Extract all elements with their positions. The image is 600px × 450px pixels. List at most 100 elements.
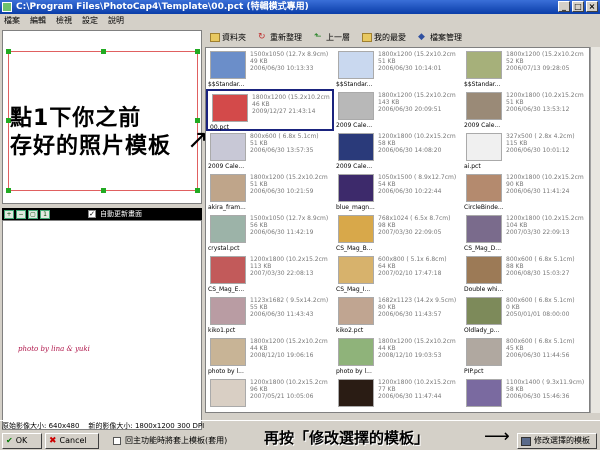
file-thumbnail-item[interactable]: 327x500 ( 2.8x 4.2cm) 115 KB 2006/06/30 10… bbox=[462, 130, 589, 172]
thumbnail-image bbox=[466, 215, 502, 243]
resize-handle[interactable] bbox=[195, 49, 200, 54]
file-res: 1800x1200 (15.2x10.2cm bbox=[252, 94, 330, 101]
file-thumbnail-item[interactable]: 1200x1800 (10.2x15.2cm 113 KB 2007/03/30 2… bbox=[206, 253, 334, 295]
menu-help[interactable]: 說明 bbox=[108, 14, 124, 28]
file-thumbnail-item[interactable]: 768x1024 ( 6.5x 8.7cm) 98 KB 2007/03/30 22… bbox=[334, 212, 462, 254]
folder-button[interactable]: 資料夾 bbox=[205, 31, 251, 44]
file-res: 1682x1123 (14.2x 9.5cm) bbox=[378, 297, 457, 304]
file-size: 90 KB bbox=[506, 181, 524, 188]
annotation-line-2: 存好的照片模板 bbox=[10, 134, 172, 159]
file-thumbnail-item[interactable]: 800x600 ( 6.8x 5.1cm) 51 KB 2006/06/30 13:… bbox=[206, 130, 334, 172]
favorites-button[interactable]: 我的最愛 bbox=[357, 31, 411, 44]
file-thumbnail-item[interactable]: 1123x1682 ( 9.5x14.2cm) 55 KB 2006/06/30 1… bbox=[206, 294, 334, 336]
file-info: 800x600 ( 6.8x 5.1cm) 51 KB 2006/06/30 13:… bbox=[250, 133, 319, 154]
file-thumbnail-item[interactable]: 1800x1200 (15.2x10.2cm 44 KB 2008/12/10 19… bbox=[206, 335, 334, 377]
file-size: 143 KB bbox=[378, 99, 400, 106]
cancel-button[interactable]: ✖ Cancel bbox=[45, 433, 99, 449]
vertical-scrollbar[interactable] bbox=[590, 47, 600, 413]
ok-button[interactable]: ✔ OK bbox=[2, 433, 42, 449]
zoom-out-icon[interactable]: − bbox=[16, 209, 26, 219]
file-thumbnail-item[interactable]: 1200x1800 (10.2x15.2cm 51 KB 2006/06/30 13… bbox=[462, 89, 589, 131]
file-name: CS_Mag_D... bbox=[464, 245, 502, 252]
file-name: $$Standar... bbox=[336, 81, 373, 88]
file-thumbnail-item[interactable]: 1800x1200 (15.2x10.2cm 52 KB 2006/07/13 09… bbox=[462, 48, 589, 90]
thumbnail-image bbox=[210, 379, 246, 407]
file-name: photo by l... bbox=[336, 368, 372, 375]
file-name: CS_Mag_I... bbox=[336, 286, 371, 293]
left-pane: + − ▢ 1 ✓ 自動更新畫面 photo by lina & yuki bbox=[0, 28, 204, 430]
apply-template-checkbox[interactable] bbox=[113, 437, 121, 445]
file-thumbnail-item[interactable]: 800x600 ( 6.8x 5.1cm) 45 KB 2006/06/30 11:… bbox=[462, 335, 589, 377]
window-controls: _ □ × bbox=[558, 1, 598, 12]
file-size: 51 KB bbox=[250, 140, 268, 147]
file-info: 1200x1800 (10.2x15.2cm 77 KB 2006/06/30 11… bbox=[378, 379, 456, 400]
photo-preview: photo by lina & yuki bbox=[2, 220, 202, 430]
file-res: 800x600 ( 6.8x 5.1cm) bbox=[250, 133, 319, 140]
file-thumbnail-item[interactable]: 1800x1200 (15.2x10.2cm 44 KB 2008/12/10 19… bbox=[334, 335, 462, 377]
file-thumbnail-item[interactable]: 1800x1200 (15.2x10.2cm 143 KB 2006/06/30 2… bbox=[334, 89, 462, 131]
file-thumbnail-item[interactable]: 1050x1500 ( 8.9x12.7cm) 54 KB 2006/06/30 1… bbox=[334, 171, 462, 213]
file-info: 1123x1682 ( 9.5x14.2cm) 55 KB 2006/06/30 1… bbox=[250, 297, 328, 318]
resize-handle[interactable] bbox=[195, 118, 200, 123]
up-button[interactable]: ⬑ 上一層 bbox=[309, 31, 355, 44]
auto-update-label: 自動更新畫面 bbox=[100, 210, 142, 218]
refresh-label: 重新整理 bbox=[270, 32, 302, 42]
auto-update-checkbox[interactable]: ✓ bbox=[88, 210, 96, 218]
refresh-button[interactable]: ↻ 重新整理 bbox=[253, 31, 307, 44]
modify-template-button[interactable]: 修改選擇的模板 bbox=[517, 433, 597, 449]
resize-handle[interactable] bbox=[195, 188, 200, 193]
file-thumbnail-item[interactable]: 1500x1050 (12.7x 8.9cm) 56 KB 2006/06/30 1… bbox=[206, 212, 334, 254]
resize-handle[interactable] bbox=[101, 49, 106, 54]
file-thumbnail-item[interactable]: 1682x1123 (14.2x 9.5cm) 80 KB 2006/06/30 1… bbox=[334, 294, 462, 336]
file-size: 55 KB bbox=[250, 304, 268, 311]
file-info: 1200x1800 (10.2x15.2cm 104 KB 2007/03/30 2… bbox=[506, 215, 584, 236]
window-titlebar: C:\Program Files\PhotoCap4\Template\00.p… bbox=[0, 0, 600, 14]
maximize-button[interactable]: □ bbox=[572, 1, 584, 12]
file-info: 1200x1800 (10.2x15.2cm 51 KB 2006/06/30 13… bbox=[506, 92, 584, 113]
file-thumbnail-grid[interactable]: 1500x1050 (12.7x 8.9cm) 49 KB 2006/06/30 1… bbox=[205, 47, 590, 413]
close-button[interactable]: × bbox=[586, 1, 598, 12]
file-thumbnail-item[interactable]: 1200x1800 (10.2x15.2cm 58 KB 2006/06/30 14… bbox=[334, 130, 462, 172]
file-thumbnail-item[interactable]: 1500x1050 (12.7x 8.9cm) 49 KB 2006/06/30 1… bbox=[206, 48, 334, 90]
file-thumbnail-item[interactable]: 1800x1200 (15.2x10.2cm 51 KB 2006/06/30 10… bbox=[334, 48, 462, 90]
resize-handle[interactable] bbox=[6, 49, 11, 54]
thumbnail-image bbox=[338, 379, 374, 407]
file-info: 800x600 ( 6.8x 5.1cm) 45 KB 2006/06/30 11:… bbox=[506, 338, 575, 359]
menu-settings[interactable]: 設定 bbox=[82, 14, 98, 28]
thumbnail-image bbox=[338, 256, 374, 284]
file-info: 1800x1200 (15.2x10.2cm 44 KB 2008/12/10 19… bbox=[378, 338, 456, 359]
file-res: 327x500 ( 2.8x 4.2cm) bbox=[506, 133, 575, 140]
file-thumbnail-item[interactable]: 800x600 ( 6.8x 5.1cm) 0 KB 2050/01/01 08:0… bbox=[462, 294, 589, 336]
file-thumbnail-item[interactable]: 1100x1400 ( 9.3x11.9cm) 58 KB 2006/06/30 1… bbox=[462, 376, 589, 412]
file-res: 800x600 ( 6.8x 5.1cm) bbox=[506, 256, 575, 263]
menu-edit[interactable]: 編輯 bbox=[30, 14, 46, 28]
file-date: 2006/06/30 10:13:33 bbox=[250, 65, 314, 72]
resize-handle[interactable] bbox=[6, 188, 11, 193]
menu-file[interactable]: 檔案 bbox=[4, 14, 20, 28]
file-size: 104 KB bbox=[506, 222, 528, 229]
file-name: CS_Mag_B... bbox=[336, 245, 373, 252]
file-thumbnail-item[interactable]: 1800x1200 (15.2x10.2cm 51 KB 2006/06/30 10… bbox=[206, 171, 334, 213]
file-size: 88 KB bbox=[506, 263, 524, 270]
thumbnail-image bbox=[466, 133, 502, 161]
file-thumbnail-item[interactable]: 1200x1800 (10.2x15.2cm 77 KB 2006/06/30 11… bbox=[334, 376, 462, 412]
file-thumbnail-item[interactable]: 600x800 ( 5.1x 6.8cm) 64 KB 2007/02/10 17:… bbox=[334, 253, 462, 295]
file-info: 1200x1800 (10.2x15.2cm 58 KB 2006/06/30 14… bbox=[378, 133, 456, 154]
file-info: 1682x1123 (14.2x 9.5cm) 80 KB 2006/06/30 1… bbox=[378, 297, 456, 318]
file-size: 46 KB bbox=[252, 101, 270, 108]
file-thumbnail-item[interactable]: 1200x1800 (10.2x15.2cm 104 KB 2007/03/30 2… bbox=[462, 212, 589, 254]
file-manage-button[interactable]: ◆ 檔案管理 bbox=[413, 31, 467, 44]
actual-size-icon[interactable]: 1 bbox=[40, 209, 50, 219]
fit-icon[interactable]: ▢ bbox=[28, 209, 38, 219]
file-thumbnail-item[interactable]: 1800x1200 (15.2x10.2cm 46 KB 2009/12/27 21… bbox=[206, 89, 334, 131]
file-thumbnail-item[interactable]: 1200x1800 (10.2x15.2cm 96 KB 2007/05/21 10… bbox=[206, 376, 334, 412]
file-res: 1200x1800 (10.2x15.2cm bbox=[250, 379, 328, 386]
file-thumbnail-item[interactable]: 1200x1800 (10.2x15.2cm 90 KB 2006/06/30 11… bbox=[462, 171, 589, 213]
file-res: 800x600 ( 6.8x 5.1cm) bbox=[506, 338, 575, 345]
favorites-label: 我的最愛 bbox=[374, 32, 406, 42]
resize-handle[interactable] bbox=[101, 188, 106, 193]
file-thumbnail-item[interactable]: 800x600 ( 6.8x 5.1cm) 88 KB 2006/08/30 15:… bbox=[462, 253, 589, 295]
zoom-in-icon[interactable]: + bbox=[4, 209, 14, 219]
menu-view[interactable]: 檢視 bbox=[56, 14, 72, 28]
minimize-button[interactable]: _ bbox=[558, 1, 570, 12]
